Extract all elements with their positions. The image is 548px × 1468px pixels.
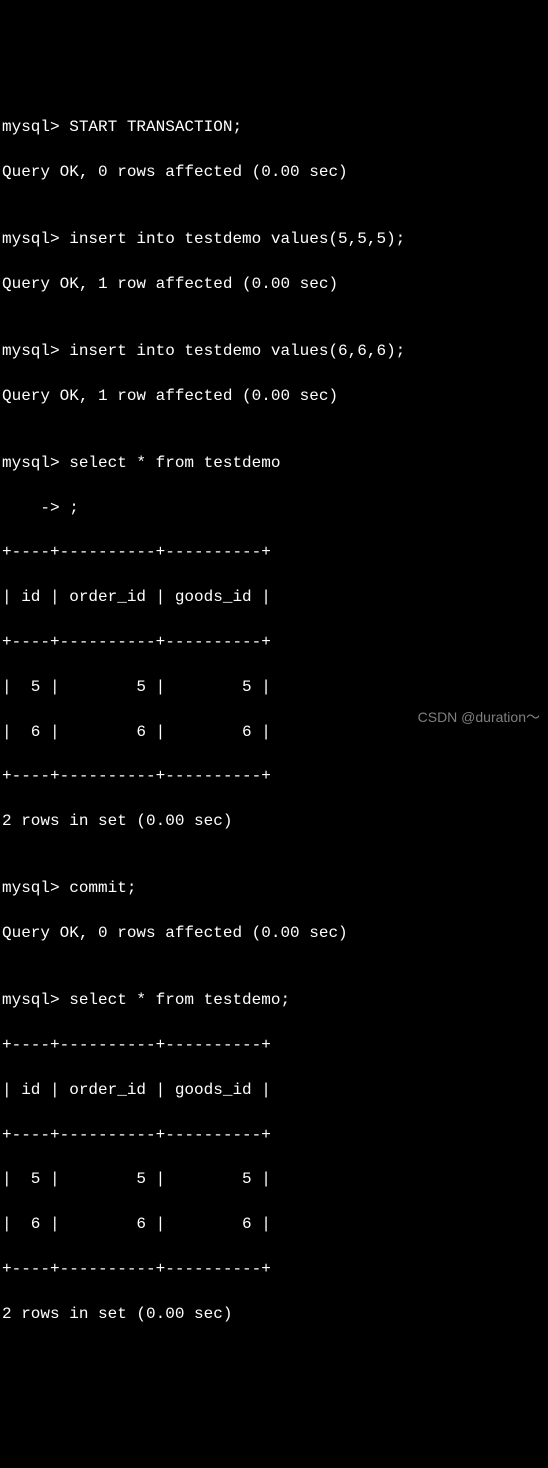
cmd-select-1-cont: -> ;: [2, 497, 546, 519]
table-header: | id | order_id | goods_id |: [2, 586, 546, 608]
cmd-insert-2: mysql> insert into testdemo values(6,6,6…: [2, 340, 546, 362]
table-row: | 6 | 6 | 6 |: [2, 1213, 546, 1235]
response-ok: Query OK, 0 rows affected (0.00 sec): [2, 922, 546, 944]
cmd-select-2: mysql> select * from testdemo;: [2, 989, 546, 1011]
table-row: | 5 | 5 | 5 |: [2, 1168, 546, 1190]
response-rows-in-set: 2 rows in set (0.00 sec): [2, 1303, 546, 1325]
table-border: +----+----------+----------+: [2, 765, 546, 787]
table-border: +----+----------+----------+: [2, 631, 546, 653]
response-ok: Query OK, 1 row affected (0.00 sec): [2, 273, 546, 295]
table-border: +----+----------+----------+: [2, 1124, 546, 1146]
table-border: +----+----------+----------+: [2, 1258, 546, 1280]
cmd-insert-1: mysql> insert into testdemo values(5,5,5…: [2, 228, 546, 250]
response-ok: Query OK, 1 row affected (0.00 sec): [2, 385, 546, 407]
cmd-start-transaction: mysql> START TRANSACTION;: [2, 116, 546, 138]
table-header: | id | order_id | goods_id |: [2, 1079, 546, 1101]
table-row: | 5 | 5 | 5 |: [2, 676, 546, 698]
cmd-select-1: mysql> select * from testdemo: [2, 452, 546, 474]
response-ok: Query OK, 0 rows affected (0.00 sec): [2, 161, 546, 183]
response-rows-in-set: 2 rows in set (0.00 sec): [2, 810, 546, 832]
table-border: +----+----------+----------+: [2, 541, 546, 563]
table-border: +----+----------+----------+: [2, 1034, 546, 1056]
watermark: CSDN @duration～: [418, 708, 540, 728]
cmd-commit: mysql> commit;: [2, 877, 546, 899]
